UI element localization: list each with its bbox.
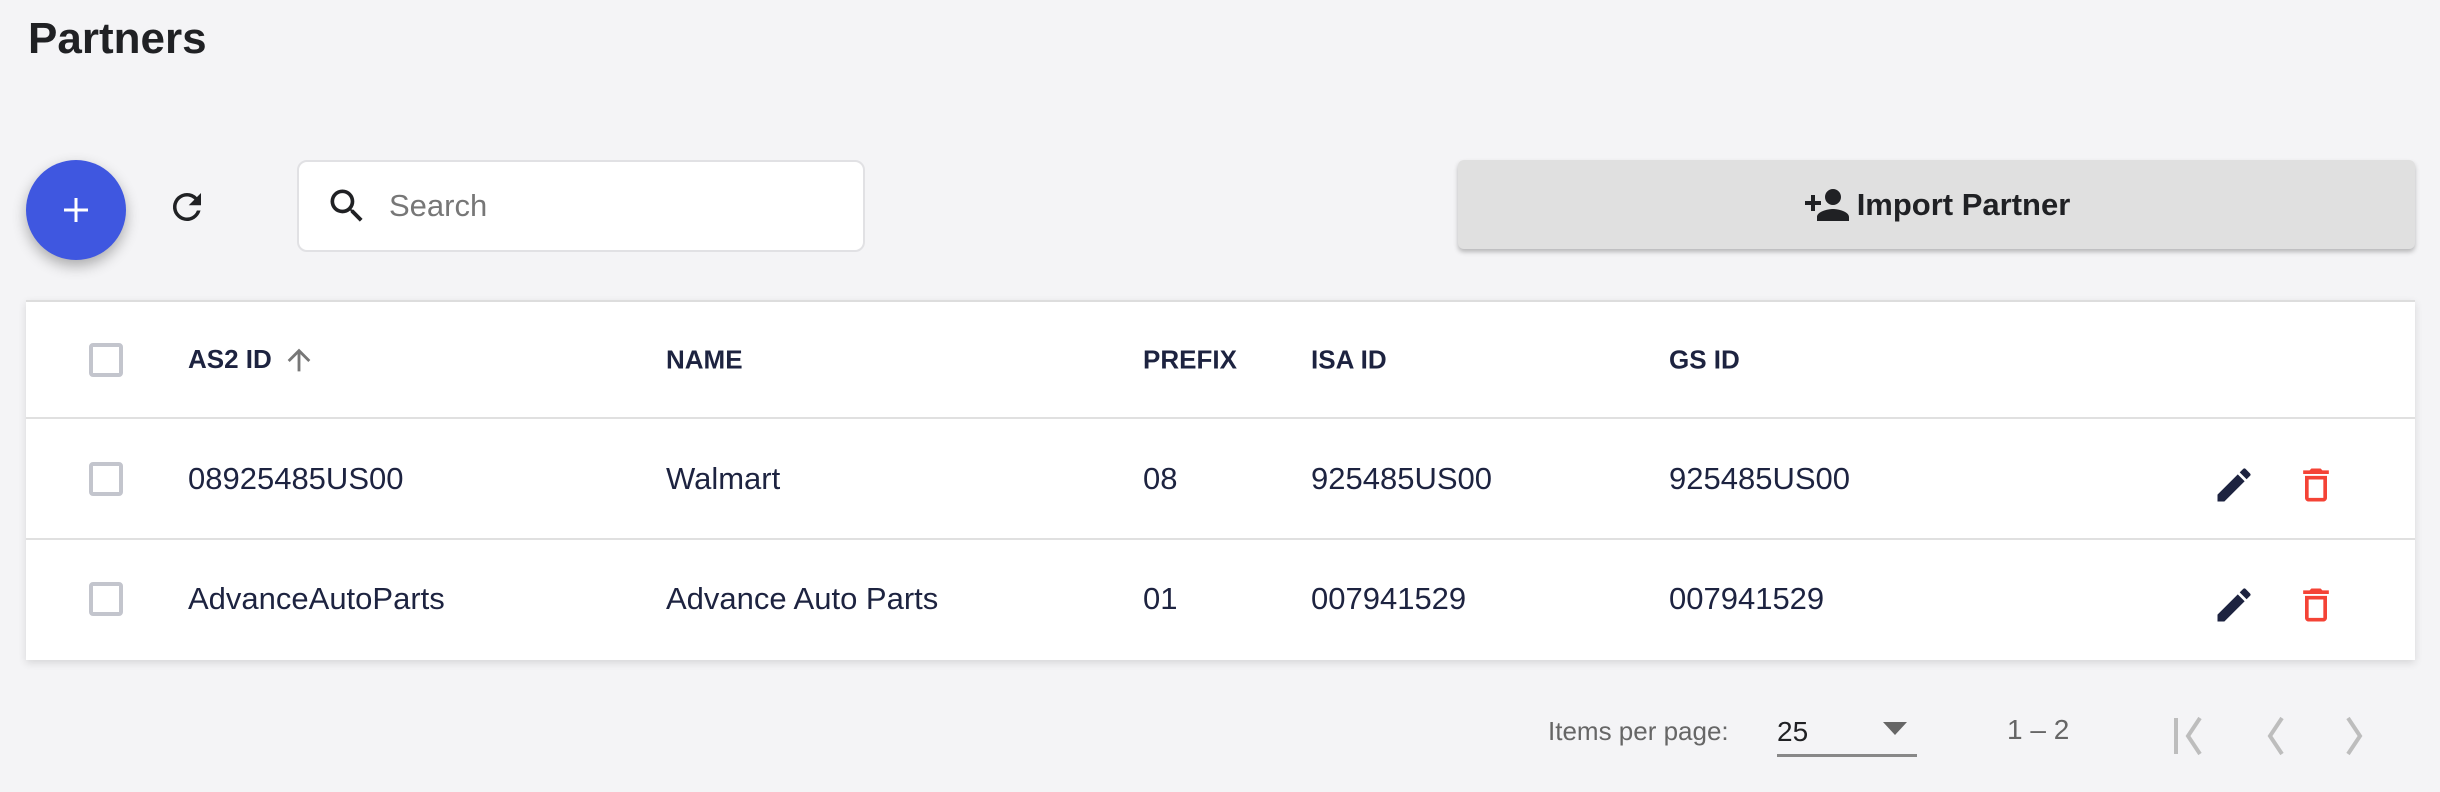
prefix-cell: 01 [1143, 581, 1178, 616]
items-per-page-value: 25 [1777, 716, 1809, 747]
column-header-as2-id[interactable]: AS2 ID [188, 343, 316, 377]
next-page-icon[interactable] [2332, 714, 2376, 758]
page-range: 1 – 2 [2007, 714, 2070, 745]
delete-icon[interactable] [2294, 583, 2338, 627]
import-partner-button[interactable]: Import Partner [1458, 160, 2415, 249]
plus-icon [64, 198, 88, 222]
column-header-prefix[interactable]: PREFIX [1143, 344, 1237, 375]
row-checkbox[interactable] [89, 582, 123, 616]
table-header-row: AS2 ID NAME PREFIX ISA ID GS ID [26, 302, 2415, 419]
delete-icon[interactable] [2294, 463, 2338, 507]
first-page-icon[interactable] [2172, 714, 2216, 758]
dropdown-arrow-icon [1883, 722, 1907, 735]
edit-icon[interactable] [2212, 583, 2256, 627]
prefix-cell: 08 [1143, 460, 1178, 496]
table-row: 08925485US00 Walmart 08 925485US00 92548… [26, 419, 2415, 540]
select-all-checkbox[interactable] [89, 342, 123, 377]
isa-id-cell: 925485US00 [1311, 460, 1492, 496]
search-input[interactable] [387, 187, 831, 225]
import-partner-label: Import Partner [1856, 186, 2071, 222]
column-header-name[interactable]: NAME [666, 344, 743, 375]
as2-id-cell: AdvanceAutoParts [188, 581, 445, 616]
isa-id-cell: 007941529 [1311, 581, 1467, 616]
row-checkbox[interactable] [89, 461, 123, 496]
search-icon [330, 189, 363, 222]
edit-icon[interactable] [2212, 463, 2256, 507]
items-per-page-select[interactable]: 25 [1777, 708, 1917, 757]
gs-id-cell: 007941529 [1669, 581, 1825, 616]
as2-id-cell: 08925485US00 [188, 460, 404, 496]
column-header-gs-id[interactable]: GS ID [1669, 344, 1740, 375]
partners-table: AS2 ID NAME PREFIX ISA ID GS ID 08925485… [26, 300, 2415, 660]
column-header-isa-id[interactable]: ISA ID [1311, 344, 1387, 375]
page-title: Partners [28, 14, 207, 63]
previous-page-icon[interactable] [2254, 714, 2298, 758]
table-row: AdvanceAutoParts Advance Auto Parts 01 0… [26, 540, 2415, 658]
refresh-button[interactable] [166, 186, 208, 228]
name-cell: Walmart [666, 460, 781, 496]
search-field[interactable] [297, 160, 865, 252]
refresh-icon [172, 192, 201, 221]
person-add-icon [1804, 188, 1849, 221]
name-cell: Advance Auto Parts [666, 581, 939, 616]
add-partner-button[interactable] [26, 160, 126, 260]
items-per-page-label: Items per page: [1548, 716, 1729, 746]
gs-id-cell: 925485US00 [1669, 460, 1850, 496]
sort-ascending-icon [287, 348, 311, 371]
